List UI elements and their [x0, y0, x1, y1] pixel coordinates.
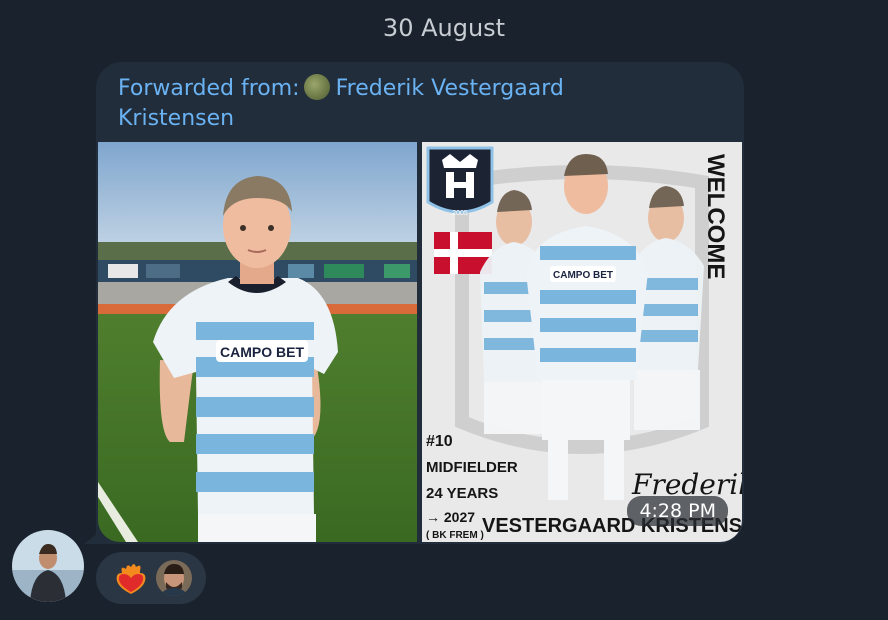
forwarded-header[interactable]: Forwarded from: Frederik Vestergaard Kris…: [118, 74, 638, 134]
player-age: 24 YEARS: [426, 485, 498, 502]
message-time: 4:28 PM: [627, 496, 728, 526]
jersey-sponsor-text: CAMPO BET: [220, 344, 304, 360]
heart-on-fire-icon: [116, 564, 146, 594]
player-number: #10: [426, 433, 453, 450]
club-crest-icon: [426, 146, 494, 214]
photo-player-pitch[interactable]: CAMPO BET: [98, 142, 417, 542]
reactor-avatar: [156, 560, 192, 596]
jersey-sponsor-text-2: CAMPO BET: [553, 270, 613, 281]
message-bubble[interactable]: Forwarded from: Frederik Vestergaard Kris…: [96, 62, 744, 544]
forwarded-avatar-icon: [303, 74, 330, 100]
sender-avatar[interactable]: [12, 530, 84, 602]
player-position: MIDFIELDER: [426, 459, 518, 476]
forwarded-prefix: Forwarded from:: [118, 76, 300, 101]
crest-year: 2005: [452, 210, 468, 217]
welcome-heading: WELCOME: [702, 154, 729, 279]
date-separator: 30 August: [382, 14, 506, 42]
player-club: ( BK FREM ): [426, 530, 484, 541]
photo-welcome-graphic[interactable]: 2005 CAMPO BET WELCOME #10 MIDFIELDER 24…: [422, 142, 742, 542]
player-contract: → 2027: [426, 509, 475, 525]
reaction-pill[interactable]: [96, 552, 206, 604]
